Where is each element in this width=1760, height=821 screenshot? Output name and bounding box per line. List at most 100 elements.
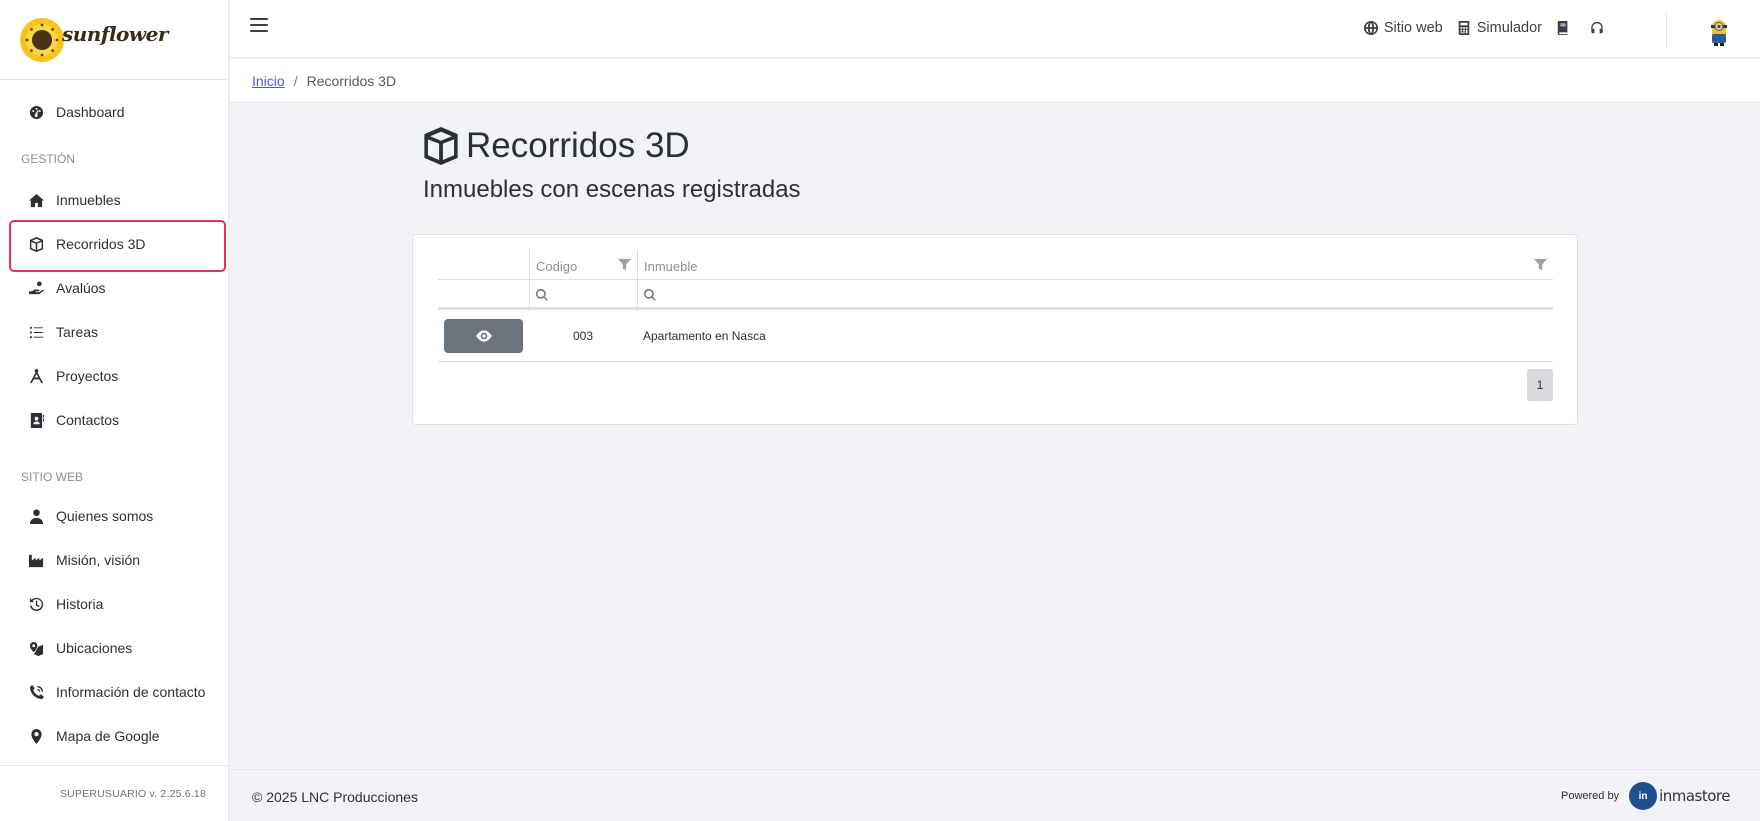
sidebar-item-mision-vision[interactable]: Misión, visión bbox=[0, 538, 228, 582]
support-button[interactable] bbox=[1590, 21, 1610, 35]
column-label: Inmueble bbox=[644, 259, 698, 274]
top-actions: Sitio web Simulador bbox=[1350, 20, 1610, 36]
topbar-divider bbox=[1666, 10, 1667, 48]
view-button[interactable] bbox=[444, 318, 523, 353]
book-icon bbox=[1557, 21, 1568, 35]
data-grid-card: Codigo Inmueble 003 Apartamento en Nasca… bbox=[412, 234, 1578, 425]
sidebar-item-label: Avalúos bbox=[56, 280, 106, 296]
inmastore-logo[interactable]: in inmastore bbox=[1629, 782, 1730, 810]
pagination-page-button[interactable]: 1 bbox=[1527, 369, 1553, 401]
powered-by-label: Powered by bbox=[1560, 790, 1620, 802]
eye-icon bbox=[475, 329, 492, 342]
sidebar-item-historia[interactable]: Historia bbox=[0, 582, 228, 626]
dashboard-icon bbox=[27, 104, 45, 120]
sidebar-item-label: Proyectos bbox=[56, 368, 119, 384]
sidebar-item-avaluos[interactable]: Avalúos bbox=[0, 266, 228, 310]
address-book-icon bbox=[27, 412, 45, 428]
brand-logo[interactable]: sunflower bbox=[18, 14, 180, 66]
sidebar-item-proyectos[interactable]: Proyectos bbox=[0, 354, 228, 398]
filter-inmueble-input[interactable] bbox=[637, 280, 1553, 307]
sidebar-item-informacion-contacto[interactable]: Información de contacto bbox=[0, 670, 228, 714]
logo-area: sunflower bbox=[0, 0, 228, 80]
sidebar-item-inmuebles[interactable]: Inmuebles bbox=[0, 178, 228, 222]
brand-name: sunflower bbox=[62, 22, 168, 46]
breadcrumb-home-link[interactable]: Inicio bbox=[252, 73, 285, 89]
simulador-link[interactable]: Simulador bbox=[1457, 20, 1542, 36]
sidebar-item-label: Dashboard bbox=[56, 104, 125, 120]
sidebar-nav: Dashboard GESTIÓN Inmuebles Recorridos 3… bbox=[0, 80, 228, 758]
map-location-icon bbox=[27, 640, 45, 656]
sidebar-item-label: Inmuebles bbox=[56, 192, 121, 208]
sidebar: sunflower Dashboard GESTIÓN Inmuebles Re… bbox=[0, 0, 229, 821]
grid-filter-row bbox=[438, 280, 1553, 310]
calculator-icon bbox=[1458, 21, 1469, 35]
sidebar-item-label: Misión, visión bbox=[56, 552, 141, 568]
cell-inmueble: Apartamento en Nasca bbox=[643, 328, 766, 343]
sidebar-item-recorridos-3d[interactable]: Recorridos 3D bbox=[0, 220, 228, 272]
footer: © 2025 LNC Producciones Powered by in in… bbox=[230, 769, 1760, 821]
manual-button[interactable] bbox=[1556, 21, 1576, 35]
breadcrumb-separator: / bbox=[293, 72, 298, 89]
sidebar-item-label: Ubicaciones bbox=[56, 640, 133, 656]
sidebar-item-contactos[interactable]: Contactos bbox=[0, 398, 228, 442]
search-icon bbox=[536, 289, 548, 301]
row-actions bbox=[438, 318, 529, 353]
hand-coin-icon bbox=[27, 280, 45, 296]
data-grid: Codigo Inmueble 003 Apartamento en Nasca bbox=[438, 250, 1553, 362]
column-header-inmueble[interactable]: Inmueble bbox=[637, 250, 1553, 279]
sidebar-item-label: Mapa de Google bbox=[56, 728, 160, 744]
sidebar-item-label: Información de contacto bbox=[56, 684, 206, 700]
filter-icon[interactable] bbox=[1534, 258, 1547, 271]
filter-icon[interactable] bbox=[618, 258, 631, 271]
page-title-text: Recorridos 3D bbox=[466, 126, 690, 165]
inmastore-brand: inmastore bbox=[1659, 787, 1730, 805]
inmastore-logo-icon: in bbox=[1629, 782, 1658, 810]
sidebar-item-label: Historia bbox=[56, 596, 104, 612]
sidebar-item-label: Recorridos 3D bbox=[56, 236, 146, 252]
sidebar-item-label: Tareas bbox=[56, 324, 99, 340]
cell-codigo: 003 bbox=[572, 328, 594, 343]
page-subtitle: Inmuebles con escenas registradas bbox=[423, 176, 801, 203]
globe-icon bbox=[1363, 21, 1378, 35]
cube-icon bbox=[424, 127, 458, 165]
sidebar-item-mapa-google[interactable]: Mapa de Google bbox=[0, 714, 228, 758]
map-pin-icon bbox=[27, 728, 45, 744]
copyright-text: © 2025 LNC Producciones bbox=[252, 789, 418, 805]
phone-icon bbox=[27, 684, 45, 700]
user-avatar[interactable] bbox=[1708, 16, 1730, 48]
sidebar-item-quienes-somos[interactable]: Quienes somos bbox=[0, 494, 228, 538]
history-icon bbox=[27, 596, 45, 612]
section-sitio-web: SITIO WEB bbox=[21, 470, 84, 484]
grid-header-actions bbox=[438, 250, 529, 279]
column-header-codigo[interactable]: Codigo bbox=[529, 250, 637, 279]
filter-cell-empty bbox=[438, 280, 529, 307]
sidebar-item-label: Contactos bbox=[56, 412, 120, 428]
sitio-web-link[interactable]: Sitio web bbox=[1363, 20, 1443, 36]
grid-header-row: Codigo Inmueble bbox=[438, 250, 1553, 280]
sitio-web-label: Sitio web bbox=[1383, 20, 1443, 36]
section-gestion: GESTIÓN bbox=[21, 152, 76, 166]
breadcrumb: Inicio / Recorridos 3D bbox=[230, 59, 1760, 103]
sunflower-logo-icon bbox=[20, 18, 64, 62]
sidebar-item-dashboard[interactable]: Dashboard bbox=[0, 90, 228, 134]
column-label: Codigo bbox=[536, 259, 578, 274]
search-icon bbox=[644, 289, 656, 301]
simulador-label: Simulador bbox=[1476, 20, 1542, 36]
breadcrumb-current: Recorridos 3D bbox=[306, 72, 397, 89]
cube-icon bbox=[27, 236, 45, 252]
powered-by: Powered by in inmastore bbox=[1561, 782, 1730, 810]
page-title: Recorridos 3D bbox=[422, 126, 690, 166]
table-row: 003 Apartamento en Nasca bbox=[438, 310, 1553, 362]
headset-icon bbox=[1591, 21, 1603, 34]
compass-icon bbox=[27, 368, 45, 384]
sidebar-item-label: Quienes somos bbox=[56, 508, 154, 524]
sidebar-item-tareas[interactable]: Tareas bbox=[0, 310, 228, 354]
menu-toggle-icon[interactable] bbox=[250, 18, 268, 34]
tasks-icon bbox=[27, 324, 45, 340]
home-icon bbox=[27, 192, 45, 208]
filter-codigo-input[interactable] bbox=[529, 280, 637, 307]
sidebar-item-ubicaciones[interactable]: Ubicaciones bbox=[0, 626, 228, 670]
sidebar-version: SUPERUSUARIO v. 2.25.6.18 bbox=[0, 765, 228, 821]
industry-icon bbox=[27, 552, 45, 568]
user-tie-icon bbox=[27, 508, 45, 524]
